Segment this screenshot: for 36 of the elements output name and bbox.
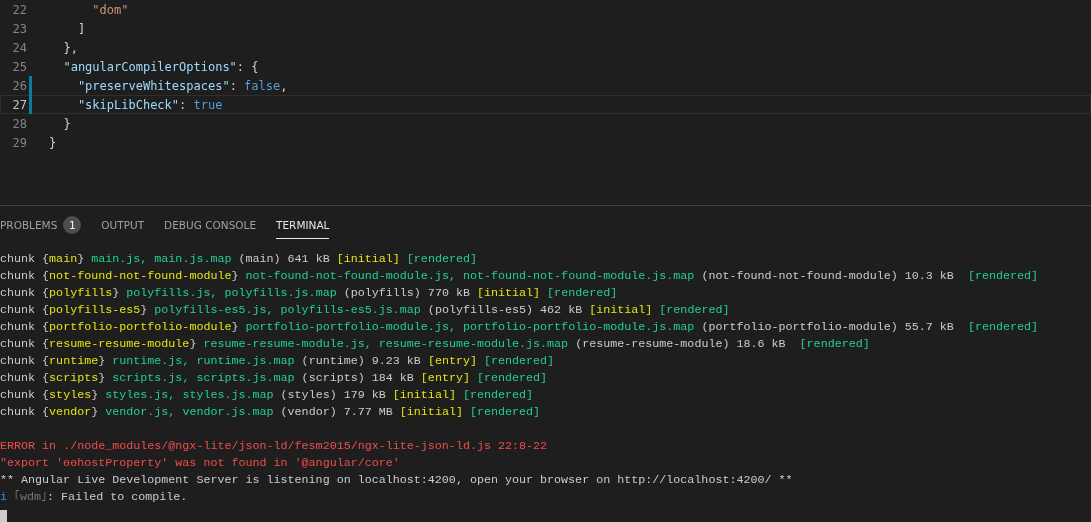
code-line: "angularCompilerOptions": { — [62, 59, 259, 74]
line-number: 23 — [11, 21, 27, 36]
line-number: 26 — [11, 78, 27, 93]
code-line: "preserveWhitespaces": false, — [76, 78, 288, 93]
code-line: "skipLibCheck": true — [76, 97, 223, 112]
line-number: 27 — [11, 97, 27, 112]
line-number: 28 — [11, 116, 27, 131]
terminal-line: chunk {portfolio-portfolio-module} portfolio-portfolio-module.js, portfolio-portfolio-module.js.map (portfolio-portfolio-module) 55.7 kB [rendered] — [0, 319, 1039, 336]
terminal-line: chunk {not-found-not-found-module} not-found-not-found-module.js, not-found-not-found-module.js.map (not-found-not-found-module) 10.3 kB [rendered] — [0, 268, 1039, 285]
panel-tab[interactable]: OUTPUT — [101, 212, 145, 239]
panel-tab[interactable]: DEBUG CONSOLE — [164, 212, 257, 239]
code-line: "dom" — [91, 2, 129, 17]
code-line: } — [49, 135, 57, 150]
terminal-line: chunk {vendor} vendor.js, vendor.js.map (vendor) 7.77 MB [initial] [rendered] — [0, 404, 541, 421]
terminal-line: chunk {polyfills} polyfills.js, polyfills.js.map (polyfills) 770 kB [initial] [rendered] — [0, 285, 618, 302]
terminal-line: chunk {resume-resume-module} resume-resume-module.js, resume-resume-module.js.map (resume-resume-module) 18.6 kB [rendered] — [0, 336, 870, 353]
panel-tab[interactable]: PROBLEMS 1 — [0, 212, 82, 239]
line-number: 22 — [11, 2, 27, 17]
terminal-line: chunk {scripts} scripts.js, scripts.js.map (scripts) 184 kB [entry] [rendered] — [0, 370, 548, 387]
terminal-line: ** Angular Live Development Server is listening on localhost:4200, open your browser on http://localhost:4200/ ** — [0, 472, 793, 489]
count-badge: 1 — [63, 216, 82, 234]
terminal-line: "export 'ɵɵhostProperty' was not found in '@angular/core' — [0, 455, 400, 472]
terminal-line: chunk {main} main.js, main.js.map (main) 641 kB [initial] [rendered] — [0, 251, 477, 268]
terminal-line: i ｢wdm｣: Failed to compile. — [0, 489, 188, 506]
code-line: }, — [62, 40, 78, 55]
code-line: ] — [76, 21, 86, 36]
terminal-line: ERROR in ./node_modules/@ngx-lite/json-ld/fesm2015/ngx-lite-json-ld.js 22:8-22 — [0, 438, 548, 455]
terminal-line: chunk {runtime} runtime.js, runtime.js.map (runtime) 9.23 kB [entry] [rendered] — [0, 353, 555, 370]
terminal-cursor — [0, 510, 7, 522]
terminal-line: chunk {polyfills-es5} polyfills-es5.js, polyfills-es5.js.map (polyfills-es5) 462 kB [initial] [rendered] — [0, 302, 730, 319]
terminal-line: chunk {styles} styles.js, styles.js.map (styles) 179 kB [initial] [rendered] — [0, 387, 534, 404]
panel-tab[interactable]: TERMINAL — [276, 212, 330, 239]
line-number: 24 — [11, 40, 27, 55]
line-number: 29 — [11, 135, 27, 150]
line-number: 25 — [11, 59, 27, 74]
code-line: } — [62, 116, 71, 131]
